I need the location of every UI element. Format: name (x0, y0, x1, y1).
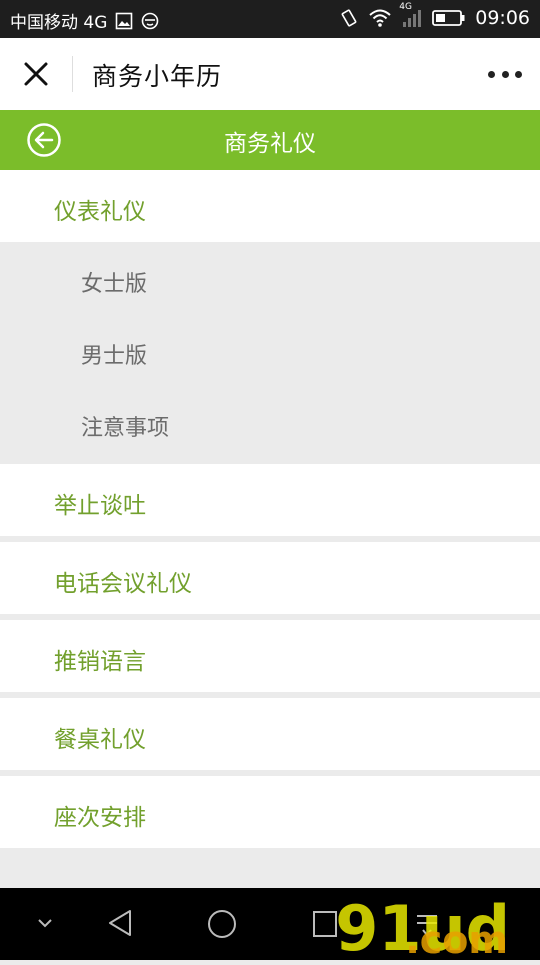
watermark-suffix: .com (405, 918, 508, 962)
submenu-item-label: 女士版 (81, 272, 148, 297)
more-options-button[interactable] (488, 62, 522, 86)
more-dot-icon (515, 70, 522, 78)
status-right: 4G 09:06 (339, 2, 530, 29)
vibrate-icon (339, 8, 359, 28)
close-button[interactable] (18, 56, 54, 92)
menu-item-seating[interactable]: 座次安排 (0, 776, 540, 848)
menu-item-label: 仪表礼仪 (54, 199, 146, 225)
menu-item-table-manners[interactable]: 餐桌礼仪 (0, 698, 540, 770)
recent-apps-icon[interactable] (312, 910, 338, 938)
clock: 09:06 (475, 7, 530, 29)
chevron-down-icon[interactable] (36, 916, 54, 930)
submenu-item-label: 注意事项 (81, 416, 170, 441)
status-left: 中国移动 4G (10, 8, 159, 33)
menu-item-label: 推销语言 (54, 649, 146, 675)
battery-icon (432, 9, 466, 27)
signal-icon: 4G (399, 2, 423, 28)
more-dot-icon (501, 70, 509, 78)
home-circle-icon[interactable] (206, 908, 238, 940)
submenu-item-notes[interactable]: 注意事项 (0, 388, 540, 460)
menu-item-appearance[interactable]: 仪表礼仪 (0, 170, 540, 242)
submenu-item-men[interactable]: 男士版 (0, 316, 540, 388)
menu-item-label: 座次安排 (54, 805, 146, 831)
status-bar: 中国移动 4G 4G 09:06 (0, 0, 540, 38)
menu-item-sales-language[interactable]: 推销语言 (0, 620, 540, 692)
menu-item-label: 餐桌礼仪 (54, 727, 146, 753)
submenu-item-label: 男士版 (81, 344, 148, 369)
menu-item-label: 电话会议礼仪 (54, 571, 192, 597)
image-notification-icon (115, 12, 133, 30)
menu-item-label: 举止谈吐 (54, 493, 146, 519)
menu-item-phone-meeting[interactable]: 电话会议礼仪 (0, 542, 540, 614)
wifi-icon (368, 8, 392, 28)
more-dot-icon (488, 70, 495, 78)
title-divider (72, 56, 73, 92)
submenu-item-women[interactable]: 女士版 (0, 244, 540, 316)
submenu-appearance: 女士版 男士版 注意事项 (0, 242, 540, 464)
app-title: 商务小年历 (92, 62, 223, 91)
face-notification-icon (141, 12, 159, 30)
section-title: 商务礼仪 (224, 131, 316, 157)
title-bar: 商务小年历 (0, 38, 540, 110)
network-type-label: 4G (399, 2, 412, 12)
carrier-label: 中国移动 4G (10, 13, 108, 33)
section-header: 商务礼仪 (0, 110, 540, 170)
menu-item-behavior[interactable]: 举止谈吐 (0, 464, 540, 536)
back-triangle-icon[interactable] (106, 908, 134, 938)
close-icon (24, 62, 48, 86)
